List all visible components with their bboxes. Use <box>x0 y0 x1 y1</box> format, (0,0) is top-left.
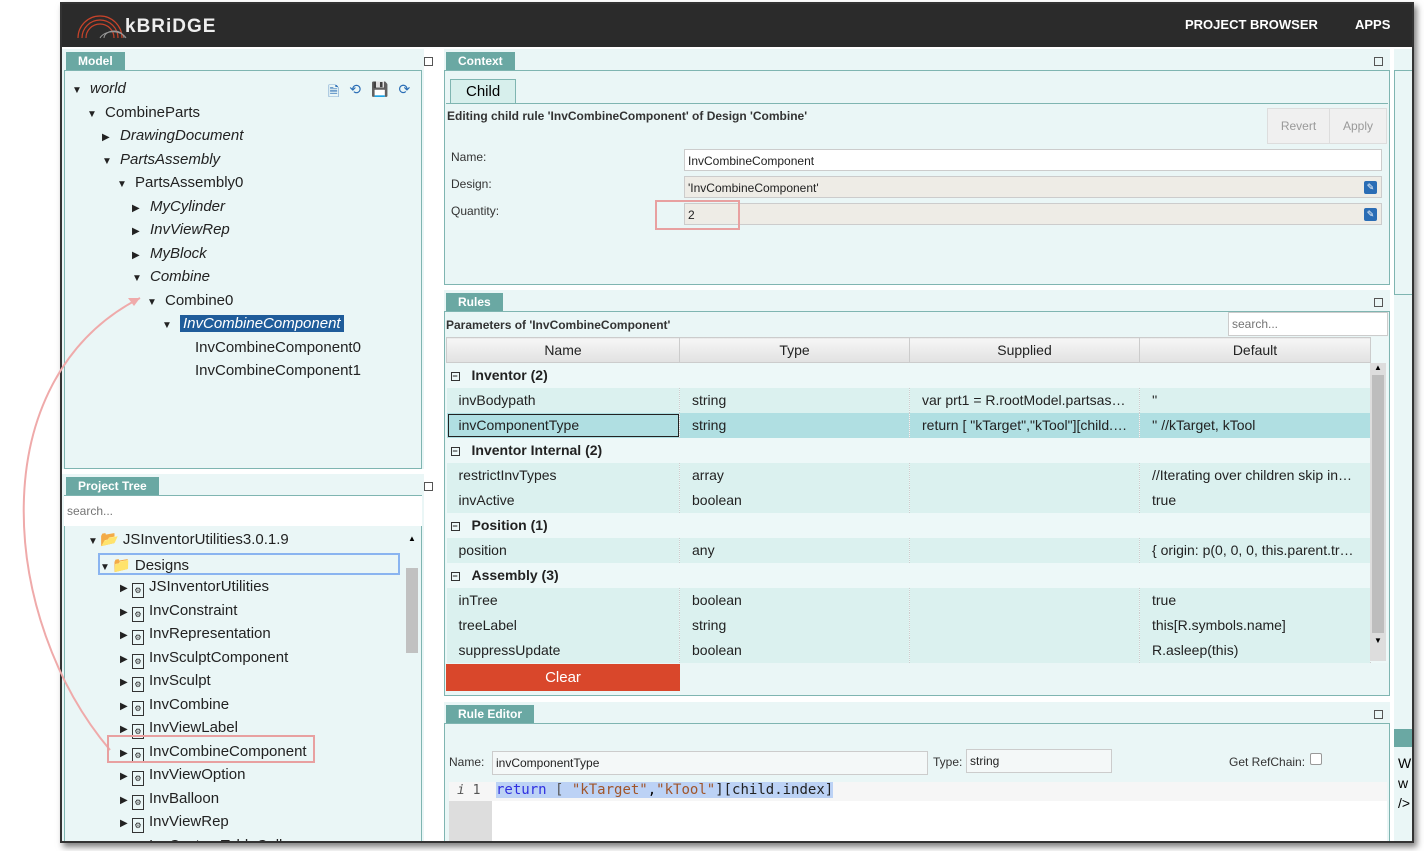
annotation-arrow <box>22 297 141 751</box>
arrow-head <box>128 298 140 306</box>
annotation-highlight <box>107 735 315 763</box>
annotation-overlay <box>22 297 315 763</box>
